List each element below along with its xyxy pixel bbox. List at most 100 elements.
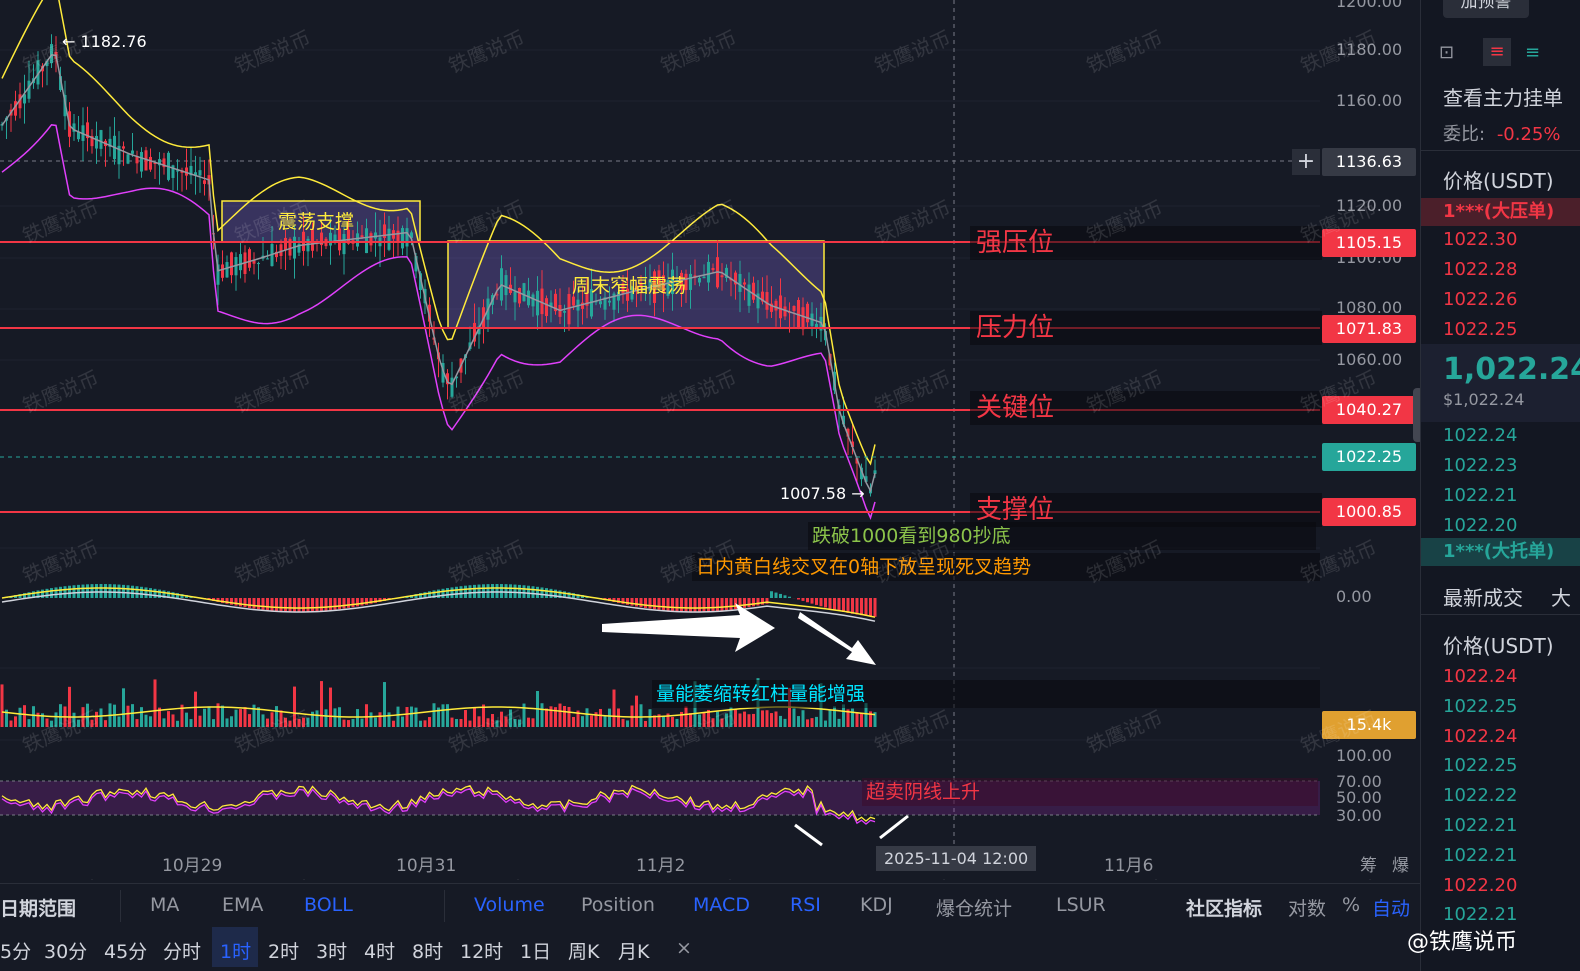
volume-bar xyxy=(860,712,863,727)
price-tick: 1200.00 xyxy=(1336,0,1403,11)
boll-button[interactable]: BOLL xyxy=(304,894,353,916)
date-range-button[interactable]: 日期范围 xyxy=(0,894,76,921)
interval-45m[interactable]: 45分 xyxy=(104,937,147,964)
ema-button[interactable]: EMA xyxy=(222,894,263,916)
volume-bar xyxy=(720,718,724,727)
volume-bar xyxy=(626,720,629,727)
volume-bar xyxy=(410,706,413,727)
rsi-note: 超卖阴线上升 xyxy=(862,778,1318,806)
ask-row[interactable]: 1022.28 xyxy=(1443,259,1517,280)
rsi-button[interactable]: RSI xyxy=(790,894,821,916)
crosshair-add-button[interactable]: + xyxy=(1292,149,1320,175)
time-axis[interactable]: 10月29 10月31 11月2 11月6 筹 爆 xyxy=(0,845,1420,880)
bid-row[interactable]: 1022.24 xyxy=(1443,425,1517,446)
close-intervals-icon[interactable]: × xyxy=(676,937,692,959)
interval-1h[interactable]: 1时 xyxy=(220,937,251,964)
interval-12h[interactable]: 12时 xyxy=(460,937,503,964)
lsur-button[interactable]: LSUR xyxy=(1056,894,1106,916)
volume-bar xyxy=(540,703,544,727)
log-scale-button[interactable]: 对数 xyxy=(1288,894,1326,921)
candle-body xyxy=(531,294,535,307)
position-button[interactable]: Position xyxy=(581,894,655,916)
volume-bar xyxy=(855,712,859,727)
macd-bar xyxy=(302,598,305,612)
volume-bar xyxy=(545,708,548,727)
price-axis[interactable]: 1200.00 1180.00 1160.00 1120.00 1100.00 … xyxy=(1322,0,1420,880)
interval-1w[interactable]: 周K xyxy=(568,937,599,964)
interval-3h[interactable]: 3时 xyxy=(316,937,347,964)
interval-2h[interactable]: 2时 xyxy=(268,937,299,964)
interval-1mo[interactable]: 月K xyxy=(618,937,649,964)
macd-bar xyxy=(540,587,544,598)
macd-bar xyxy=(113,584,116,598)
candle-body xyxy=(513,291,517,303)
volume-bar xyxy=(243,707,247,727)
macd-bar xyxy=(464,585,467,598)
macd-bar xyxy=(810,598,814,604)
volume-bar xyxy=(288,720,292,727)
macd-bar xyxy=(104,584,107,598)
trade-row: 1022.21 xyxy=(1443,904,1518,926)
price-chart[interactable]: 1200.00 1180.00 1160.00 1120.00 1100.00 … xyxy=(0,0,1420,880)
interval-5m[interactable]: 5分 xyxy=(0,937,31,964)
volume-bar xyxy=(635,695,638,727)
ask-row[interactable]: 1022.25 xyxy=(1443,319,1517,340)
macd-bar xyxy=(99,584,103,598)
volume-bar xyxy=(684,706,688,727)
bid-row[interactable]: 1022.23 xyxy=(1443,455,1517,476)
volume-button[interactable]: Volume xyxy=(474,894,545,916)
liquidation-stats-button[interactable]: 爆仓统计 xyxy=(936,894,1012,921)
ask-row[interactable]: 1022.26 xyxy=(1443,289,1517,310)
macd-bar xyxy=(77,584,80,598)
order-book-view-icon[interactable]: ⊡ xyxy=(1439,42,1454,63)
macd-bar xyxy=(468,585,472,598)
macd-bar xyxy=(855,598,859,615)
volume-bar xyxy=(378,712,382,727)
community-indicators-button[interactable]: 社区指标 xyxy=(1186,894,1262,921)
volume-bar xyxy=(491,714,494,727)
volume-bar xyxy=(513,718,517,727)
burst-icon[interactable]: 爆 xyxy=(1392,851,1409,876)
volume-bar xyxy=(428,717,431,727)
kdj-button[interactable]: KDJ xyxy=(860,894,893,916)
macd-bar xyxy=(45,588,49,598)
auto-scale-button[interactable]: 自动 xyxy=(1372,894,1410,921)
macd-button[interactable]: MACD xyxy=(693,894,750,916)
both-sides-icon[interactable]: ≡ xyxy=(1483,38,1511,66)
volume-bar xyxy=(347,720,350,727)
interval-tick[interactable]: 分时 xyxy=(163,937,201,964)
bid-row[interactable]: 1022.20 xyxy=(1443,515,1517,536)
large-trades-tab[interactable]: 大 xyxy=(1551,582,1571,611)
interval-1d[interactable]: 1日 xyxy=(520,937,551,964)
bids-only-icon[interactable]: ≡ xyxy=(1525,42,1540,63)
big-sell-order[interactable]: 1***(大压单) xyxy=(1421,198,1580,226)
interval-30m[interactable]: 30分 xyxy=(44,937,87,964)
volume-bar xyxy=(585,708,589,727)
interval-4h[interactable]: 4时 xyxy=(364,937,395,964)
bid-row[interactable]: 1022.21 xyxy=(1443,485,1517,506)
volume-bar xyxy=(333,708,337,727)
macd-bar xyxy=(455,586,458,598)
volume-bar xyxy=(423,720,427,727)
big-buy-order[interactable]: 1***(大托单) xyxy=(1421,538,1580,566)
volume-bar xyxy=(486,718,490,727)
volume-bar xyxy=(374,717,377,727)
view-whale-orders-link[interactable]: 查看主力挂单 xyxy=(1443,82,1563,111)
macd-bar xyxy=(356,598,359,607)
volume-bar xyxy=(279,710,283,727)
liquidation-icon[interactable]: 筹 xyxy=(1360,851,1377,876)
candle-body xyxy=(374,232,377,239)
percent-scale-button[interactable]: % xyxy=(1342,894,1360,916)
chart-canvas[interactable] xyxy=(0,0,1420,880)
ma-button[interactable]: MA xyxy=(150,894,179,916)
macd-bar xyxy=(135,586,139,598)
candle-body xyxy=(369,233,373,246)
macd-bar xyxy=(504,584,508,598)
add-alert-button[interactable]: 加预警 xyxy=(1443,0,1529,18)
latest-trades-title[interactable]: 最新成交 xyxy=(1443,582,1523,611)
ask-row[interactable]: 1022.30 xyxy=(1443,229,1517,250)
candle-body xyxy=(396,230,400,242)
interval-8h[interactable]: 8时 xyxy=(412,937,443,964)
macd-bar xyxy=(95,584,98,598)
toolbar-divider xyxy=(120,890,121,922)
